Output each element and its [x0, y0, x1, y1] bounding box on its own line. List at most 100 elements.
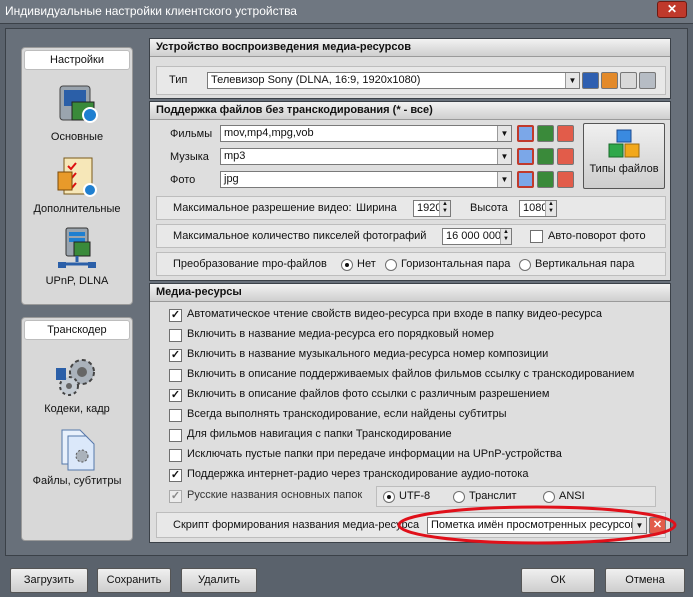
music-label: Музыка	[170, 151, 209, 163]
cubes-icon	[608, 129, 640, 158]
nav-item-advanced[interactable]: Дополнительные	[22, 154, 132, 215]
device-type-value: Телевизор Sony (DLNA, 16:9, 1920x1080)	[211, 74, 421, 86]
load-button[interactable]: Загрузить	[10, 568, 88, 593]
movies-label: Фильмы	[170, 128, 213, 140]
max-pixels-row: Максимальное количество пикселей фотогра…	[156, 224, 666, 248]
nav-item-basic-label: Основные	[50, 131, 104, 143]
option-checkbox[interactable]	[169, 409, 182, 422]
mpo-option-horizontal: Горизонтальная пара	[401, 258, 511, 270]
chevron-down-icon[interactable]: ▼	[565, 73, 579, 88]
chevron-down-icon[interactable]: ▼	[497, 126, 511, 141]
spinner-arrows-icon[interactable]: ▲ ▼	[545, 201, 556, 216]
dialog-body: Настройки Основные Дополнительные UPnP, …	[5, 28, 688, 556]
ok-button[interactable]: ОК	[521, 568, 595, 593]
settings-icon[interactable]	[639, 72, 656, 89]
mpo-option-vertical: Вертикальная пара	[535, 258, 635, 270]
add-icon[interactable]	[537, 125, 554, 142]
encoding-option-ansi: ANSI	[559, 490, 585, 502]
option-label: Включить в название музыкального медиа-р…	[187, 348, 549, 360]
formats-section: Поддержка файлов без транскодирования (*…	[149, 101, 671, 281]
nav-item-basic[interactable]: Основные	[22, 82, 132, 143]
russian-names-checkbox[interactable]: ✓	[169, 490, 182, 503]
mpo-radio-none[interactable]	[341, 259, 353, 271]
option-label: Поддержка интернет-радио через транскоди…	[187, 468, 529, 480]
remove-icon[interactable]	[557, 148, 574, 165]
add-icon[interactable]	[537, 148, 554, 165]
option-checkbox[interactable]: ✓	[169, 389, 182, 402]
option-label: Всегда выполнять транскодирование, если …	[187, 408, 507, 420]
option-checkbox[interactable]	[169, 449, 182, 462]
height-input[interactable]: 1080 ▲ ▼	[519, 200, 557, 217]
chevron-down-icon[interactable]: ▼	[497, 149, 511, 164]
option-label: Включить в название медиа-ресурса его по…	[187, 328, 494, 340]
spinner-arrows-icon[interactable]: ▲ ▼	[439, 201, 450, 216]
option-checkbox[interactable]: ✓	[169, 349, 182, 362]
encoding-radio-utf8[interactable]	[383, 491, 395, 503]
nav-item-codecs-label: Кодеки, кадр	[44, 403, 110, 415]
option-checkbox[interactable]	[169, 329, 182, 342]
option-label: Автоматическое чтение свойств видео-ресу…	[187, 308, 602, 320]
transcoder-nav-header: Транскодер	[24, 320, 130, 340]
option-label: Исключать пустые папки при передаче инфо…	[187, 448, 562, 460]
spinner-arrows-icon[interactable]: ▲ ▼	[500, 229, 511, 244]
photo-value: jpg	[224, 173, 239, 185]
music-input[interactable]: mp3 ▼	[220, 148, 512, 165]
nav-item-files[interactable]: Файлы, субтитры	[22, 426, 132, 487]
mpo-row: Преобразование mpo-файлов Нет Горизонтал…	[156, 252, 666, 276]
photo-input[interactable]: jpg ▼	[220, 171, 512, 188]
file-types-button[interactable]: Типы файлов	[583, 123, 665, 189]
nav-item-codecs[interactable]: Кодеки, кадр	[22, 354, 132, 415]
height-label: Высота	[470, 202, 508, 214]
option-checkbox[interactable]	[169, 369, 182, 382]
settings-nav-panel: Настройки Основные Дополнительные UPnP, …	[21, 47, 133, 305]
encoding-option-translit: Транслит	[469, 490, 517, 502]
mpo-label: Преобразование mpo-файлов	[173, 258, 327, 270]
copy-icon[interactable]	[620, 72, 637, 89]
list-icon[interactable]	[517, 171, 534, 188]
mpo-radio-horizontal[interactable]	[385, 259, 397, 271]
delete-button[interactable]: Удалить	[181, 568, 257, 593]
option-checkbox[interactable]	[169, 429, 182, 442]
nav-item-upnp-label: UPnP, DLNA	[45, 275, 109, 287]
height-value: 1080	[523, 202, 548, 214]
width-input[interactable]: 1920 ▲ ▼	[413, 200, 451, 217]
encoding-radio-translit[interactable]	[453, 491, 465, 503]
nav-item-upnp[interactable]: UPnP, DLNA	[22, 226, 132, 287]
script-label: Скрипт формирования названия медиа-ресур…	[173, 519, 420, 531]
close-button[interactable]: ✕	[657, 1, 687, 18]
movies-input[interactable]: mov,mp4,mpg,vob ▼	[220, 125, 512, 142]
device-section: Устройство воспроизведения медиа-ресурсо…	[149, 38, 671, 99]
gears-icon	[54, 354, 100, 400]
checklist-icon	[54, 154, 100, 200]
max-pixels-label: Максимальное количество пикселей фотогра…	[173, 230, 427, 242]
mpo-radio-vertical[interactable]	[519, 259, 531, 271]
mpo-option-none: Нет	[357, 258, 376, 270]
media-section-title: Медиа-ресурсы	[150, 284, 670, 302]
device-type-select[interactable]: Телевизор Sony (DLNA, 16:9, 1920x1080) ▼	[207, 72, 580, 89]
cancel-button[interactable]: Отмена	[605, 568, 685, 593]
max-pixels-input[interactable]: 16 000 000 ▲ ▼	[442, 228, 512, 245]
list-icon[interactable]	[517, 125, 534, 142]
remove-icon[interactable]	[557, 171, 574, 188]
save-icon[interactable]	[582, 72, 599, 89]
width-value: 1920	[417, 202, 442, 214]
photo-label: Фото	[170, 174, 196, 186]
max-resolution-label: Максимальное разрешение видео:	[173, 202, 352, 214]
option-checkbox[interactable]: ✓	[169, 309, 182, 322]
chevron-down-icon[interactable]: ▼	[497, 172, 511, 187]
max-pixels-value: 16 000 000	[446, 230, 502, 242]
encoding-radio-ansi[interactable]	[543, 491, 555, 503]
settings-nav-header: Настройки	[24, 50, 130, 70]
autorotate-checkbox[interactable]	[530, 230, 543, 243]
device-icon	[54, 82, 100, 128]
remove-icon[interactable]	[557, 125, 574, 142]
add-icon[interactable]	[537, 171, 554, 188]
gear-icon[interactable]	[601, 72, 618, 89]
save-button[interactable]: Сохранить	[97, 568, 171, 593]
autorotate-label: Авто-поворот фото	[548, 230, 646, 242]
list-icon[interactable]	[517, 148, 534, 165]
window-title: Индивидуальные настройки клиентского уст…	[5, 4, 297, 18]
width-label: Ширина	[356, 202, 397, 214]
option-checkbox[interactable]: ✓	[169, 469, 182, 482]
option-label: Для фильмов навигация с папки Транскодир…	[187, 428, 452, 440]
